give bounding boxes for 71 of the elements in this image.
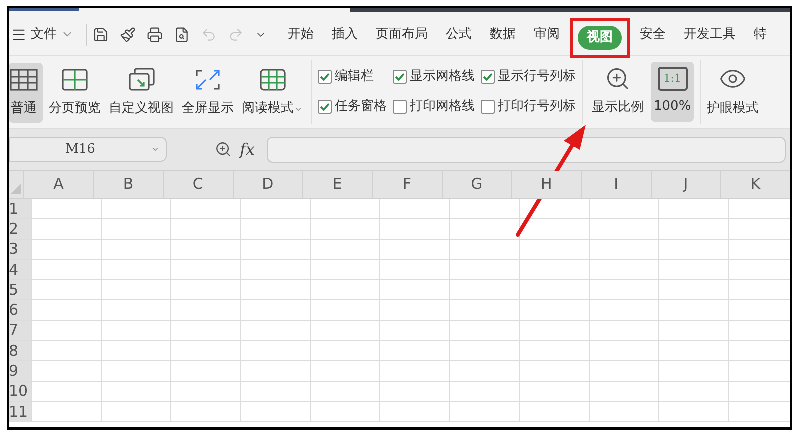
checkmark-icon (320, 103, 330, 111)
row-header[interactable]: 2 (9, 219, 31, 239)
row-header[interactable]: 3 (9, 240, 31, 259)
row-header[interactable]: 8 (9, 341, 31, 360)
column-header[interactable]: D (232, 171, 302, 198)
menu-tab[interactable]: 开始 (279, 22, 323, 46)
menu-tab[interactable]: 数据 (481, 22, 525, 46)
zoom-icon (605, 66, 631, 92)
menu-tab[interactable]: 开发工具 (675, 22, 745, 46)
option-checkbox[interactable]: 打印行号列标 (481, 97, 576, 117)
menu-tab[interactable]: 页面布局 (367, 22, 437, 46)
file-menu[interactable]: 文件 (11, 24, 80, 44)
view-mode-button[interactable]: 自定义视图 (107, 63, 176, 123)
formula-input[interactable] (266, 136, 786, 162)
checkbox[interactable] (318, 70, 332, 84)
zoom-tool-button[interactable]: 1:1 100% (651, 62, 694, 122)
column-header[interactable]: G (442, 171, 512, 198)
menu-tab[interactable]: 插入 (323, 22, 367, 46)
checkmark-icon (395, 73, 405, 81)
row-header[interactable]: 7 (9, 320, 31, 340)
row-header[interactable]: 11 (9, 402, 31, 422)
checkmark-icon (320, 73, 330, 81)
row-header[interactable]: 5 (9, 280, 31, 300)
option-checkbox[interactable]: 任务窗格 (318, 97, 387, 117)
name-box[interactable]: M16 (9, 137, 167, 162)
grid-icon (9, 67, 39, 94)
view-mode-button[interactable]: 阅读模式 (240, 63, 305, 123)
actual-size-icon: 1:1 (658, 67, 688, 92)
page-split-icon (60, 67, 90, 94)
view-mode-button[interactable]: 分页预览 (47, 63, 103, 123)
menu-tab[interactable]: 公式 (437, 22, 481, 46)
checkmark-icon (483, 73, 493, 81)
option-checkbox[interactable]: 显示网格线 (393, 67, 475, 87)
menu-tab[interactable]: 安全 (631, 22, 675, 46)
search-icon (215, 141, 232, 158)
column-header[interactable]: E (302, 171, 372, 198)
column-header[interactable]: I (580, 171, 651, 198)
column-header[interactable]: J (650, 171, 720, 198)
window-icon (126, 67, 156, 94)
reading-grid-icon (258, 67, 288, 94)
column-header[interactable]: C (162, 171, 232, 198)
painter-icon[interactable] (120, 26, 136, 42)
view-mode-button[interactable]: 全屏显示 (180, 63, 236, 123)
row-header[interactable]: 10 (9, 382, 31, 401)
checkbox[interactable] (481, 100, 495, 114)
column-header[interactable]: H (511, 171, 581, 198)
checkbox[interactable] (393, 70, 407, 84)
column-header[interactable]: K (720, 171, 790, 198)
print-icon[interactable] (147, 26, 163, 42)
view-mode-button[interactable]: 普通 (9, 63, 43, 123)
function-label: fx (240, 138, 255, 160)
checkbox[interactable] (481, 70, 495, 84)
caret-icon (151, 145, 160, 154)
menu-tab[interactable]: 审阅 (525, 22, 569, 46)
checkbox[interactable] (393, 100, 407, 114)
option-checkbox[interactable]: 显示行号列标 (481, 67, 576, 87)
option-checkbox[interactable]: 打印网格线 (393, 97, 475, 117)
save-icon[interactable] (93, 26, 109, 42)
row-header[interactable]: 6 (9, 300, 31, 320)
preview-icon[interactable] (174, 26, 190, 42)
row-header[interactable]: 9 (9, 361, 31, 381)
menu-tab[interactable]: 特 (745, 22, 776, 46)
column-header[interactable]: A (23, 171, 94, 198)
option-checkbox[interactable]: 编辑栏 (318, 67, 387, 87)
row-header[interactable]: 1 (9, 199, 31, 218)
column-header[interactable]: B (93, 171, 163, 198)
zoom-tool-button[interactable]: 显示比例 (589, 62, 647, 122)
eye-mode-button[interactable]: 护眼模式 (707, 62, 760, 122)
checkbox[interactable] (318, 100, 332, 114)
row-header[interactable]: 4 (9, 260, 31, 280)
column-header[interactable]: F (372, 171, 442, 198)
